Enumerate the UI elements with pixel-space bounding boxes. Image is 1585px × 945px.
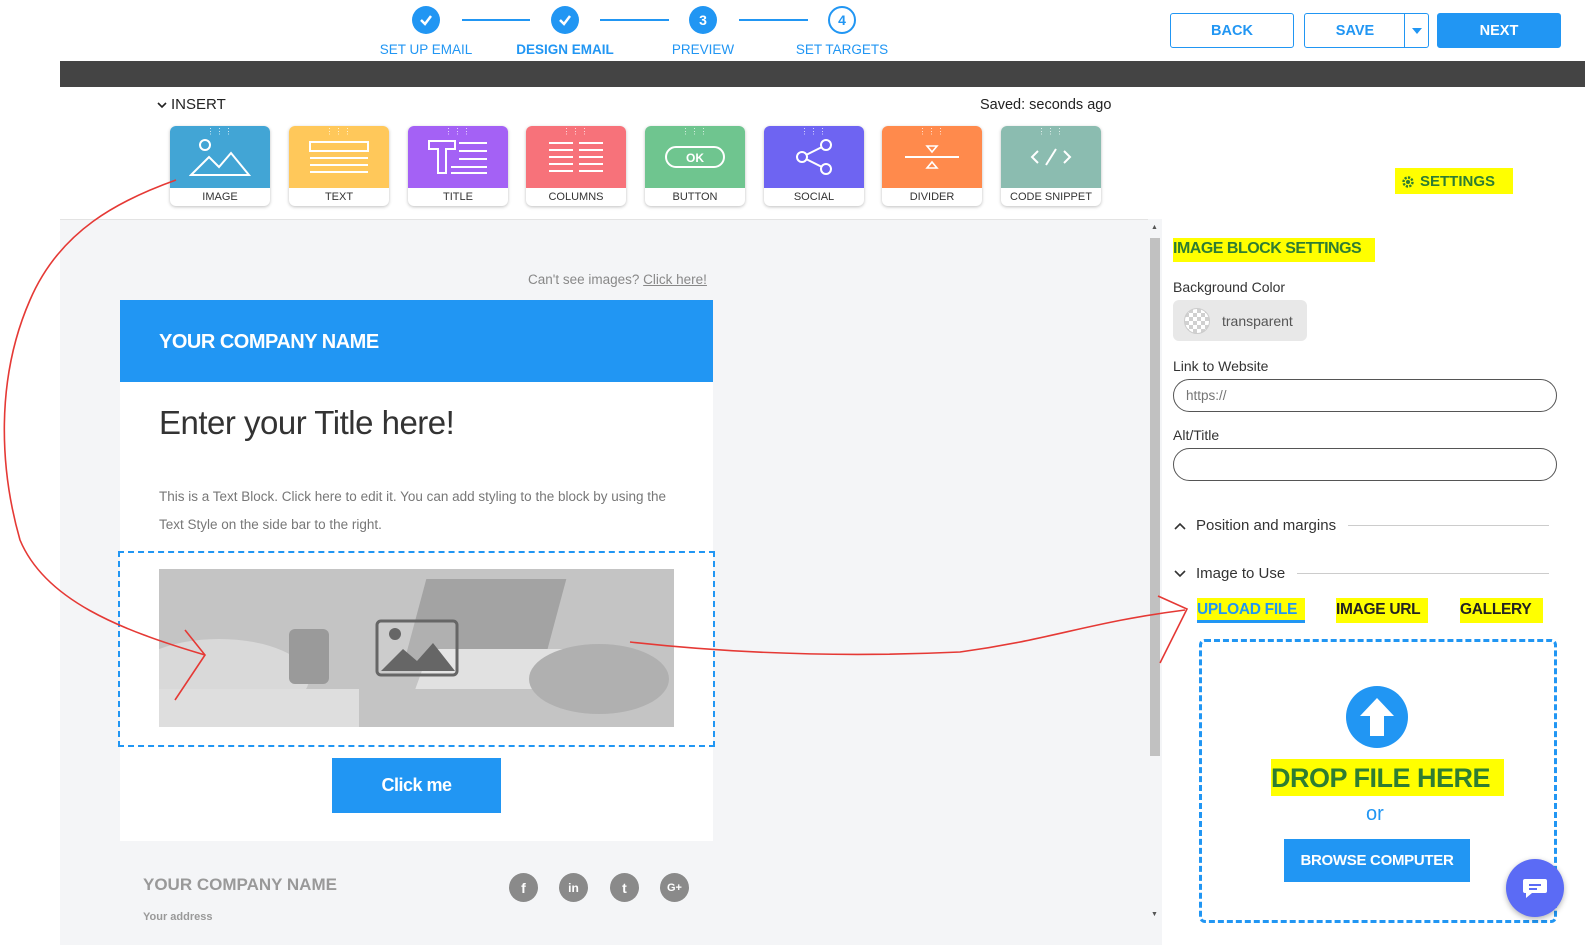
insert-block-code-snippet[interactable]: ⋮⋮⋮ CODE SNIPPET — [1001, 126, 1101, 206]
chat-icon — [1523, 879, 1547, 898]
footer-address[interactable]: Your address — [143, 911, 213, 923]
image-block-settings-title: IMAGE BLOCK SETTINGS — [1173, 238, 1376, 262]
gear-icon — [1402, 176, 1414, 188]
block-label: TITLE — [443, 191, 473, 203]
insert-block-title[interactable]: ⋮⋮⋮ TITLE — [408, 126, 508, 206]
cant-see-text: Can't see images? — [528, 272, 640, 287]
insert-block-image[interactable]: ⋮⋮⋮ IMAGE — [170, 126, 270, 206]
click-here-link[interactable]: Click here! — [643, 272, 707, 287]
insert-block-text[interactable]: ⋮⋮⋮ TEXT — [289, 126, 389, 206]
next-button[interactable]: NEXT — [1437, 13, 1561, 48]
divider-icon — [905, 145, 959, 169]
step-number: 3 — [689, 6, 717, 34]
insert-block-columns[interactable]: ⋮⋮⋮ COLUMNS — [526, 126, 626, 206]
button-icon: OK — [665, 146, 725, 168]
block-label: DIVIDER — [909, 191, 955, 203]
step-label: PREVIEW — [671, 42, 735, 57]
save-dropdown-button[interactable] — [1404, 13, 1429, 48]
email-title-block[interactable]: Enter your Title here! — [159, 404, 455, 442]
chevron-down-icon — [1174, 569, 1186, 577]
insert-block-social[interactable]: ⋮⋮⋮ SOCIAL — [764, 126, 864, 206]
footer-company-name[interactable]: YOUR COMPANY NAME — [143, 875, 337, 895]
block-label: SOCIAL — [793, 191, 835, 203]
scroll-up-arrow[interactable]: ▲ — [1151, 224, 1158, 231]
block-label: BUTTON — [672, 191, 718, 203]
link-to-website-label: Link to Website — [1173, 358, 1269, 374]
email-header-company-name[interactable]: YOUR COMPANY NAME — [120, 300, 713, 382]
block-label: IMAGE — [202, 191, 238, 203]
drop-file-here-text: DROP FILE HERE — [1271, 759, 1505, 796]
insert-block-divider[interactable]: ⋮⋮⋮ DIVIDER — [882, 126, 982, 206]
share-icon — [796, 139, 832, 175]
email-text-block[interactable]: This is a Text Block. Click here to edit… — [159, 483, 679, 539]
upload-arrow-icon — [1346, 686, 1408, 748]
insert-toggle[interactable]: INSERT — [157, 96, 226, 113]
alt-title-label: Alt/Title — [1173, 427, 1220, 443]
step-design-email[interactable]: DESIGN EMAIL — [505, 6, 625, 57]
twitter-icon[interactable]: t — [610, 873, 639, 902]
facebook-icon[interactable]: f — [509, 873, 538, 902]
chevron-down-icon — [157, 101, 167, 108]
background-color-picker[interactable]: transparent — [1173, 300, 1307, 341]
insert-label: INSERT — [171, 96, 226, 113]
step-label: SET UP EMAIL — [379, 42, 473, 57]
transparent-swatch-icon — [1184, 307, 1210, 334]
title-icon — [428, 140, 487, 174]
check-icon — [412, 6, 440, 34]
columns-icon — [549, 142, 603, 172]
insert-block-button[interactable]: ⋮⋮⋮ OK BUTTON — [645, 126, 745, 206]
image-to-use-section[interactable]: Image to Use — [1173, 565, 1549, 582]
background-color-value: transparent — [1222, 312, 1293, 329]
google-plus-icon[interactable]: G+ — [660, 873, 689, 902]
toolbar-divider-bar — [60, 61, 1585, 87]
step-number: 4 — [828, 6, 856, 34]
step-label: DESIGN EMAIL — [516, 42, 614, 57]
settings-link[interactable]: SETTINGS — [1395, 168, 1514, 194]
section-label: Position and margins — [1196, 517, 1337, 534]
scroll-down-arrow[interactable]: ▼ — [1151, 911, 1158, 918]
tab-gallery[interactable]: GALLERY — [1460, 598, 1544, 623]
step-preview[interactable]: 3 PREVIEW — [643, 6, 763, 57]
position-margins-section[interactable]: Position and margins — [1173, 517, 1549, 534]
tab-upload-file[interactable]: UPLOAD FILE — [1197, 598, 1306, 623]
svg-text:OK: OK — [686, 151, 704, 165]
save-button[interactable]: SAVE — [1304, 13, 1406, 48]
step-label: SET TARGETS — [795, 42, 889, 57]
email-button-block[interactable]: Click me — [332, 758, 501, 813]
cant-see-images: Can't see images? Click here! — [528, 272, 707, 287]
block-label: TEXT — [324, 191, 354, 203]
linkedin-icon[interactable]: in — [559, 873, 588, 902]
section-rule — [1297, 573, 1549, 574]
section-rule — [1348, 525, 1549, 526]
background-color-label: Background Color — [1173, 279, 1286, 295]
canvas-scrollbar-thumb[interactable] — [1150, 238, 1160, 756]
alt-title-input[interactable] — [1173, 448, 1557, 481]
chat-widget-button[interactable] — [1506, 859, 1564, 917]
step-set-targets[interactable]: 4 SET TARGETS — [782, 6, 902, 57]
check-icon — [551, 6, 579, 34]
chevron-up-icon — [1174, 522, 1186, 530]
annotation-arrowhead-right — [1157, 595, 1189, 664]
image-placeholder-icon — [375, 619, 459, 677]
saved-status: Saved: seconds ago — [980, 97, 1112, 113]
or-text: or — [1366, 803, 1384, 825]
block-label: COLUMNS — [548, 191, 604, 203]
block-label: CODE SNIPPET — [1010, 191, 1092, 203]
settings-label: SETTINGS — [1420, 173, 1496, 190]
image-block-preview[interactable] — [159, 569, 674, 727]
code-icon — [1030, 148, 1072, 166]
image-icon — [189, 139, 251, 176]
tab-image-url[interactable]: IMAGE URL — [1336, 598, 1429, 623]
text-icon — [309, 141, 369, 173]
step-set-up-email[interactable]: SET UP EMAIL — [366, 6, 486, 57]
caret-down-icon — [1411, 27, 1422, 34]
link-to-website-input[interactable] — [1173, 379, 1557, 412]
section-label: Image to Use — [1196, 565, 1286, 582]
browse-computer-button[interactable]: BROWSE COMPUTER — [1284, 839, 1470, 882]
back-button[interactable]: BACK — [1170, 13, 1294, 48]
